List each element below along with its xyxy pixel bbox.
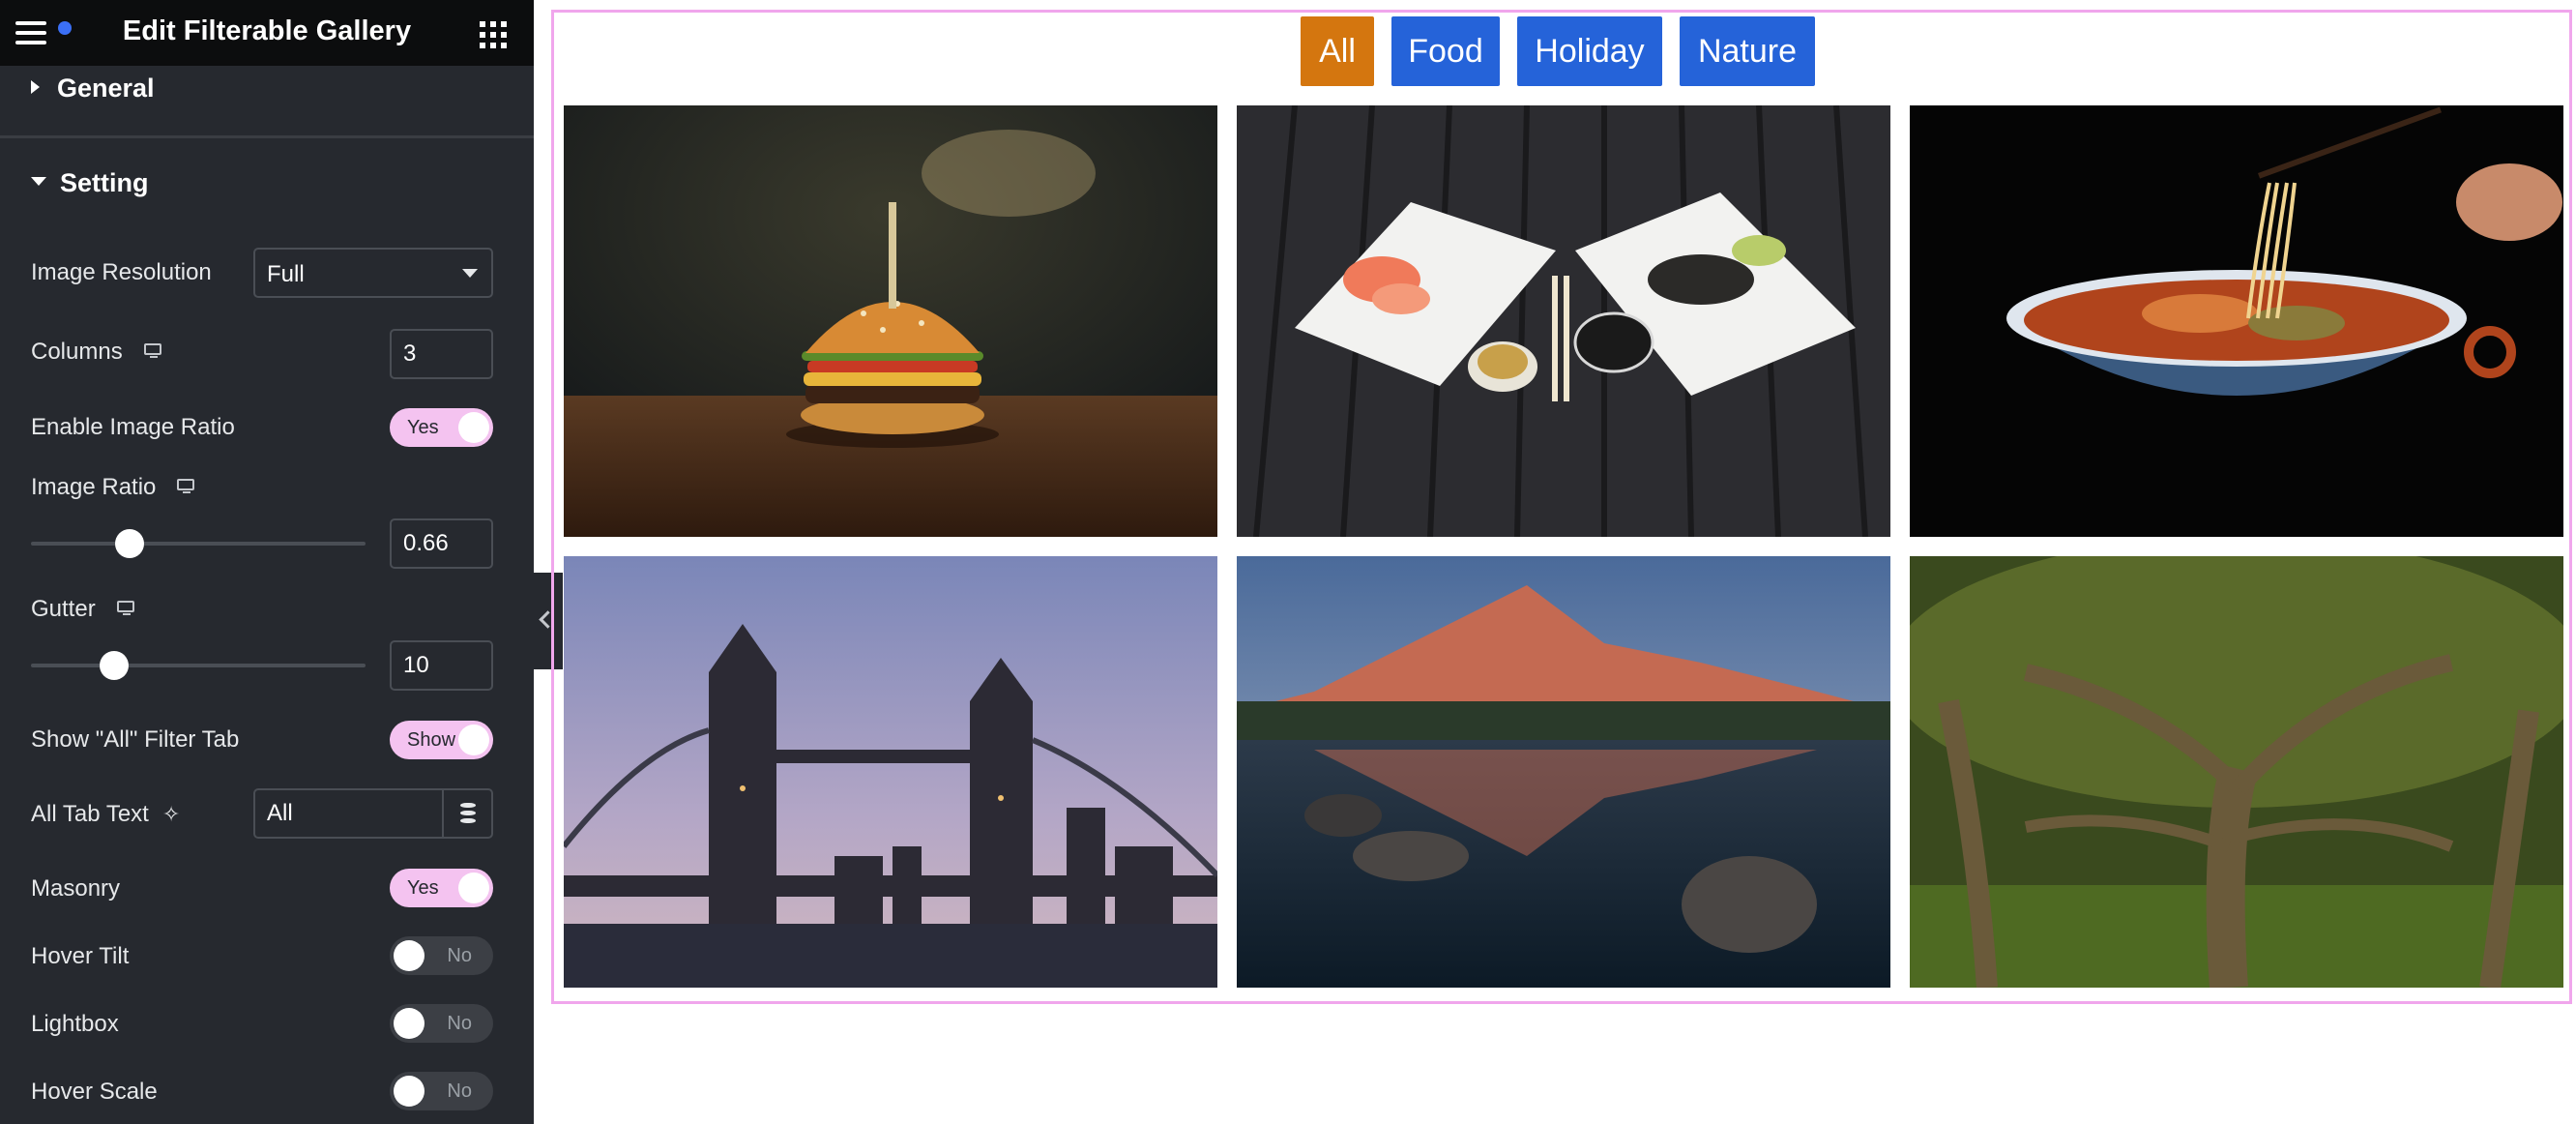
image-resolution-value: Full: [267, 261, 305, 287]
panel-title: Edit Filterable Gallery: [122, 15, 412, 46]
toggle-state-text: No: [447, 945, 472, 966]
widgets-grid-icon[interactable]: [480, 21, 507, 48]
gutter-slider-handle[interactable]: [100, 651, 129, 680]
lightbox-label: Lightbox: [31, 1011, 119, 1037]
all-tab-text-control-label: All Tab Text ✧: [31, 801, 180, 828]
image-resolution-select[interactable]: Full: [253, 248, 493, 298]
masonry-toggle[interactable]: Yes: [390, 869, 493, 907]
image-ratio-slider-handle[interactable]: [115, 529, 144, 558]
hover-scale-label: Hover Scale: [31, 1079, 158, 1105]
image-ratio-slider-track[interactable]: [31, 542, 366, 546]
section-setting-label: Setting: [60, 168, 149, 197]
editor-panel: Edit Filterable Gallery General Setting …: [0, 0, 534, 1124]
filter-tab-nature[interactable]: Nature: [1680, 16, 1815, 86]
columns-control-label: Columns: [31, 339, 165, 366]
filterable-gallery-widget[interactable]: All Food Holiday Nature: [551, 10, 2572, 1004]
toggle-state-text: No: [447, 1013, 472, 1034]
all-tab-text-label: All Tab Text: [31, 801, 149, 827]
gallery-image-forest-tree[interactable]: [1910, 556, 2563, 988]
columns-label: Columns: [31, 339, 123, 365]
gutter-control-label: Gutter: [31, 596, 138, 623]
hamburger-menu-button[interactable]: [14, 17, 72, 48]
image-ratio-input[interactable]: 0.66: [390, 518, 493, 569]
gutter-slider-track[interactable]: [31, 664, 366, 667]
show-all-tab-label: Show "All" Filter Tab: [31, 726, 240, 753]
lightbox-toggle[interactable]: No: [390, 1004, 493, 1043]
enable-image-ratio-label: Enable Image Ratio: [31, 414, 235, 440]
filter-tab-all[interactable]: All: [1301, 16, 1374, 86]
toggle-state-text: Yes: [407, 877, 439, 899]
toggle-state-text: Show: [407, 729, 456, 751]
all-tab-text-input[interactable]: All: [253, 788, 444, 839]
chevron-down-icon: [462, 269, 478, 278]
enable-image-ratio-toggle[interactable]: Yes: [390, 408, 493, 447]
panel-header: Edit Filterable Gallery: [0, 0, 534, 66]
hover-scale-toggle[interactable]: No: [390, 1072, 493, 1110]
gallery-image-tower-bridge[interactable]: [564, 556, 1217, 988]
gutter-input[interactable]: 10: [390, 640, 493, 691]
section-setting-toggle[interactable]: Setting: [31, 168, 149, 198]
section-general-toggle[interactable]: General: [31, 74, 155, 104]
caret-right-icon: [31, 79, 40, 94]
hover-tilt-toggle[interactable]: No: [390, 936, 493, 975]
image-ratio-label: Image Ratio: [31, 474, 157, 500]
gallery-image-mountain-lake[interactable]: [1237, 556, 1890, 988]
gallery-image-sashimi[interactable]: [1237, 105, 1890, 537]
filter-tab-holiday[interactable]: Holiday: [1517, 16, 1662, 86]
section-general-label: General: [57, 74, 155, 103]
caret-down-icon: [31, 177, 46, 187]
desktop-responsive-icon[interactable]: [116, 600, 138, 616]
gallery-image-burger[interactable]: [564, 105, 1217, 537]
notification-dot: [58, 21, 72, 35]
section-divider: [0, 135, 534, 138]
toggle-state-text: No: [447, 1080, 472, 1102]
gallery-image-noodles[interactable]: [1910, 105, 2563, 537]
show-all-tab-toggle[interactable]: Show: [390, 721, 493, 759]
desktop-responsive-icon[interactable]: [143, 342, 165, 359]
ai-sparkle-icon[interactable]: ✧: [162, 802, 180, 826]
gutter-label: Gutter: [31, 596, 96, 622]
desktop-responsive-icon[interactable]: [177, 478, 198, 494]
dynamic-tags-database-icon[interactable]: [442, 788, 493, 839]
image-resolution-label: Image Resolution: [31, 259, 212, 285]
filter-tab-food[interactable]: Food: [1391, 16, 1500, 86]
image-ratio-control-label: Image Ratio: [31, 474, 198, 501]
masonry-label: Masonry: [31, 875, 121, 902]
hover-tilt-label: Hover Tilt: [31, 943, 130, 969]
toggle-state-text: Yes: [407, 417, 439, 438]
columns-input[interactable]: 3: [390, 329, 493, 379]
